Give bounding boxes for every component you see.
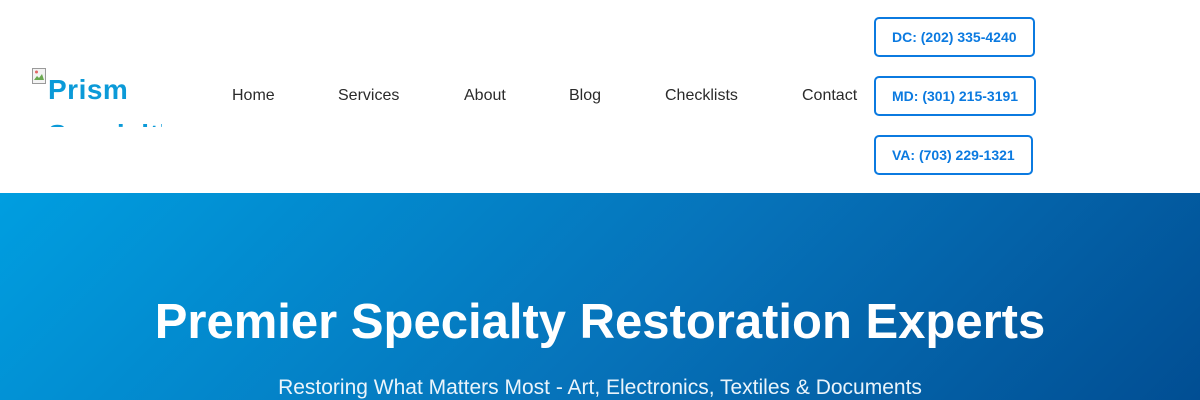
hero-subtitle: Restoring What Matters Most - Art, Elect…	[278, 376, 922, 399]
hero-title: Premier Specialty Restoration Experts	[154, 295, 1046, 349]
logo-alt-text: Prism Specialties	[48, 74, 162, 127]
phone-button-va[interactable]: VA: (703) 229-1321	[874, 135, 1033, 175]
phone-button-dc[interactable]: DC: (202) 335-4240	[874, 17, 1035, 57]
nav-contact[interactable]: Contact	[802, 87, 857, 105]
nav-blog[interactable]: Blog	[569, 87, 601, 105]
nav-services[interactable]: Services	[338, 87, 399, 105]
nav-home[interactable]: Home	[232, 87, 275, 105]
site-header: Prism Specialties Home Services About Bl…	[0, 0, 1200, 193]
hero-section: Premier Specialty Restoration Experts Re…	[0, 193, 1200, 400]
nav-checklists[interactable]: Checklists	[665, 87, 738, 105]
nav-about[interactable]: About	[464, 87, 506, 105]
phone-button-md[interactable]: MD: (301) 215-3191	[874, 76, 1037, 116]
broken-image-icon	[32, 68, 46, 84]
site-logo[interactable]: Prism Specialties	[32, 67, 162, 127]
